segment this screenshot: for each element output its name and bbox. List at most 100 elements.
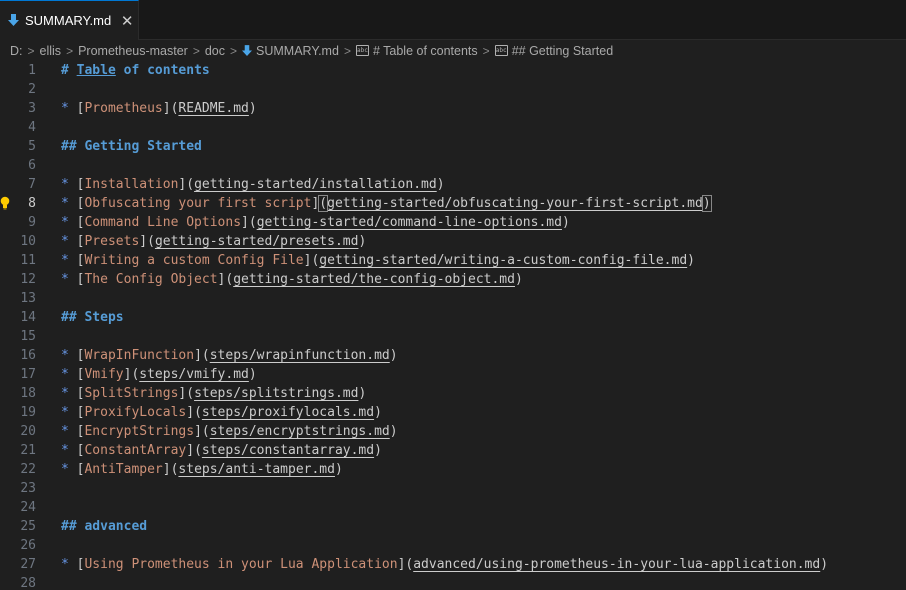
breadcrumb-separator: > [482, 43, 490, 58]
paren-close: ) [374, 405, 382, 420]
paren-open: ( [194, 405, 202, 420]
editor-line[interactable]: 17 * [Vmify](steps/vmify.md) [0, 365, 906, 384]
heading-marker: # [61, 63, 77, 78]
line-content: * [Presets](getting-started/presets.md) [61, 234, 366, 249]
editor-line[interactable]: 16 * [WrapInFunction](steps/wrapinfunctio… [0, 346, 906, 365]
line-number: 13 [20, 291, 36, 306]
list-bullet: * [61, 234, 77, 249]
editor-line[interactable]: 26 [0, 536, 906, 555]
paren-close: ) [514, 272, 523, 287]
breadcrumb: D: > ellis > Prometheus-master > doc > S… [0, 40, 906, 61]
link-text: Installation [84, 177, 179, 192]
line-content: * [Writing a custom Config File](getting… [61, 253, 695, 268]
tab-summary-md[interactable]: SUMMARY.md ✕ [0, 0, 139, 40]
bracket-close: ] [186, 443, 195, 458]
line-number: 12 [20, 272, 36, 287]
breadcrumb-symbol-toc[interactable]: # Table of contents [373, 44, 478, 58]
link-url: steps/vmify.md [139, 367, 249, 382]
list-bullet: * [61, 177, 77, 192]
line-content: * [Command Line Options](getting-started… [61, 215, 570, 230]
editor-line[interactable]: 8 * [Obfuscating your first script](getti… [0, 194, 906, 213]
editor-line[interactable]: 22 * [AntiTamper](steps/anti-tamper.md) [0, 460, 906, 479]
editor-line[interactable]: 5 ## Getting Started [0, 137, 906, 156]
editor-line[interactable]: 2 [0, 80, 906, 99]
link-text: SplitStrings [84, 386, 179, 401]
editor-line[interactable]: 18 * [SplitStrings](steps/splitstrings.md… [0, 384, 906, 403]
editor-line[interactable]: 9 * [Command Line Options](getting-starte… [0, 213, 906, 232]
list-bullet: * [61, 253, 77, 268]
link-text: Vmify [84, 367, 124, 382]
line-number: 4 [28, 120, 36, 135]
breadcrumb-folder-ellis[interactable]: ellis [40, 44, 62, 58]
bracket-close: ] [162, 462, 171, 477]
line-number: 11 [20, 253, 36, 268]
link-url: getting-started/obfuscating-your-first-s… [327, 196, 703, 211]
editor-line[interactable]: 23 [0, 479, 906, 498]
editor-line[interactable]: 25 ## advanced [0, 517, 906, 536]
editor-line[interactable]: 28 [0, 574, 906, 590]
link-text: Presets [84, 234, 140, 249]
editor-line[interactable]: 4 [0, 118, 906, 137]
link-text: ProxifyLocals [84, 405, 187, 420]
heading-text: of contents [115, 63, 210, 78]
editor-line[interactable]: 15 [0, 327, 906, 346]
editor-line[interactable]: 1 # Table of contents [0, 61, 906, 80]
editor-line[interactable]: 14 ## Steps [0, 308, 906, 327]
editor-line[interactable]: 6 [0, 156, 906, 175]
breadcrumb-symbol-getting-started[interactable]: ## Getting Started [512, 44, 613, 58]
bracket-close: ] [194, 348, 202, 363]
line-content: * [ConstantArray](steps/constantarray.md… [61, 443, 382, 458]
editor-line[interactable]: 27 * [Using Prometheus in your Lua Applic… [0, 555, 906, 574]
line-number: 18 [20, 386, 36, 401]
paren-open: ( [248, 215, 257, 230]
paren-close: ) [248, 101, 257, 116]
line-content: * [WrapInFunction](steps/wrapinfunction.… [61, 348, 398, 363]
paren-open: ( [186, 177, 195, 192]
paren-close: ) [820, 557, 829, 572]
lightbulb-icon[interactable] [0, 196, 10, 210]
breadcrumb-separator: > [192, 43, 200, 58]
paren-close: ) [389, 424, 398, 439]
link-text: Using Prometheus in your Lua Application [84, 557, 398, 572]
editor-line[interactable]: 11 * [Writing a custom Config File](getti… [0, 251, 906, 270]
code-editor[interactable]: 1 # Table of contents 2 3 * [Prometheus](REA… [0, 61, 906, 590]
link-text: Writing a custom Config File [84, 253, 304, 268]
editor-line[interactable]: 7 * [Installation](getting-started/instal… [0, 175, 906, 194]
editor-line[interactable]: 3 * [Prometheus](README.md) [0, 99, 906, 118]
list-bullet: * [61, 386, 77, 401]
editor-line[interactable]: 12 * [The Config Object](getting-started/… [0, 270, 906, 289]
link-url: getting-started/presets.md [154, 234, 359, 249]
line-content: ## Getting Started [61, 139, 202, 154]
tab-label: SUMMARY.md [25, 13, 112, 28]
breadcrumb-folder-prometheus[interactable]: Prometheus-master [78, 44, 188, 58]
line-content: * [The Config Object](getting-started/th… [61, 272, 523, 287]
breadcrumb-file[interactable]: SUMMARY.md [256, 44, 339, 58]
line-number: 27 [20, 557, 36, 572]
editor-line[interactable]: 13 [0, 289, 906, 308]
link-url: README.md [178, 101, 249, 116]
line-number: 19 [20, 405, 36, 420]
breadcrumb-drive[interactable]: D: [10, 44, 23, 58]
symbol-string-icon: abc [494, 45, 508, 56]
list-bullet: * [61, 424, 77, 439]
link-url: steps/constantarray.md [201, 443, 375, 458]
breadcrumb-separator: > [66, 43, 74, 58]
editor-line[interactable]: 21 * [ConstantArray](steps/constantarray.… [0, 441, 906, 460]
editor-line[interactable]: 24 [0, 498, 906, 517]
paren-close: ) [561, 215, 570, 230]
close-icon[interactable]: ✕ [119, 13, 135, 30]
line-number: 10 [20, 234, 36, 249]
line-content: * [Using Prometheus in your Lua Applicat… [61, 557, 828, 572]
list-bullet: * [61, 557, 77, 572]
editor-line[interactable]: 10 * [Presets](getting-started/presets.md… [0, 232, 906, 251]
link-text: WrapInFunction [84, 348, 195, 363]
line-number: 7 [28, 177, 36, 192]
link-url: steps/splitstrings.md [194, 386, 359, 401]
heading-link-word: Table [76, 63, 116, 78]
line-number: 28 [20, 576, 36, 590]
line-number: 22 [20, 462, 36, 477]
breadcrumb-separator: > [230, 43, 238, 58]
editor-line[interactable]: 19 * [ProxifyLocals](steps/proxifylocals.… [0, 403, 906, 422]
breadcrumb-folder-doc[interactable]: doc [205, 44, 225, 58]
editor-line[interactable]: 20 * [EncryptStrings](steps/encryptstring… [0, 422, 906, 441]
